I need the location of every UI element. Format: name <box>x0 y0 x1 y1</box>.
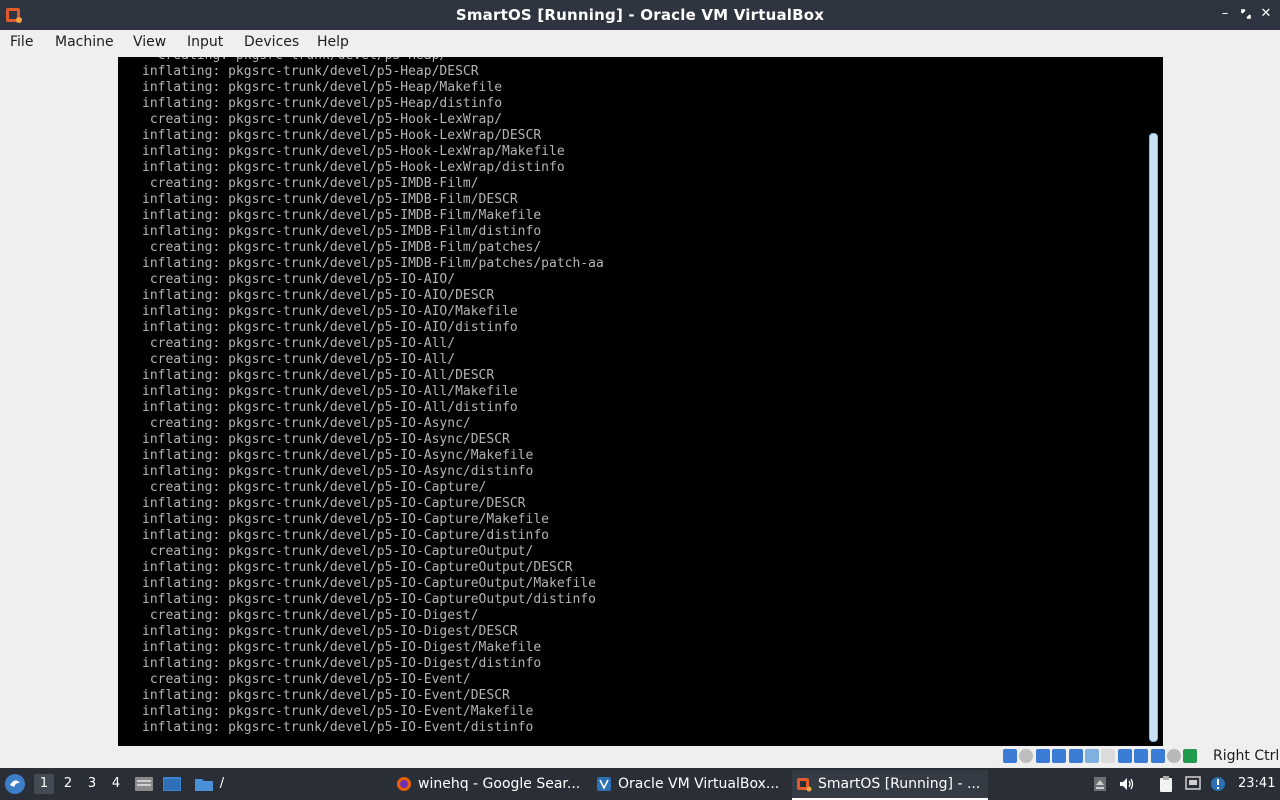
console-line: inflating: pkgsrc-trunk/devel/p5-IO-Capt… <box>142 560 573 575</box>
console-line: creating: pkgsrc-trunk/devel/p5-IO-All/ <box>142 336 456 351</box>
console-line: inflating: pkgsrc-trunk/devel/p5-Hook-Le… <box>142 144 565 159</box>
window-title: SmartOS [Running] - Oracle VM VirtualBox <box>455 6 825 24</box>
host-key-label[interactable]: Right Ctrl <box>1213 748 1279 764</box>
task-label: Oracle VM VirtualBox... <box>618 776 780 792</box>
menu-devices[interactable]: Devices <box>244 34 299 50</box>
console-line: creating: pkgsrc-trunk/devel/p5-Heap/ <box>118 57 1148 64</box>
console-line: inflating: pkgsrc-trunk/devel/p5-IMDB-Fi… <box>142 224 542 239</box>
menu-file[interactable]: File <box>10 34 33 50</box>
console-line: inflating: pkgsrc-trunk/devel/p5-IO-Asyn… <box>142 448 534 463</box>
console-line: inflating: pkgsrc-trunk/devel/p5-Heap/di… <box>142 96 503 111</box>
menu-machine[interactable]: Machine <box>55 34 114 50</box>
firefox-icon <box>397 777 411 791</box>
network-icon[interactable] <box>1184 775 1202 793</box>
menu-help[interactable]: Help <box>317 34 349 50</box>
console-line: creating: pkgsrc-trunk/devel/p5-IO-AIO/ <box>142 272 456 287</box>
console-output: creating: pkgsrc-trunk/devel/p5-Heap/inf… <box>118 57 1148 736</box>
optical-drive-icon[interactable] <box>1019 749 1034 763</box>
shared-folders-icon[interactable] <box>1085 749 1099 763</box>
virtualbox-manager-icon <box>597 777 611 791</box>
vm-display[interactable]: creating: pkgsrc-trunk/devel/p5-Heap/inf… <box>118 57 1163 746</box>
console-line: creating: pkgsrc-trunk/devel/p5-IO-Async… <box>142 416 471 431</box>
task-label: SmartOS [Running] - ... <box>818 776 981 792</box>
hard-disk-icon[interactable] <box>1003 749 1017 763</box>
console-line: inflating: pkgsrc-trunk/devel/p5-IO-Asyn… <box>142 432 510 447</box>
console-scrollbar[interactable] <box>1149 133 1158 742</box>
statusbar: Right Ctrl <box>0 746 1280 768</box>
minimize-icon[interactable]: – <box>1217 6 1233 22</box>
console-line: inflating: pkgsrc-trunk/devel/p5-IO-All/… <box>142 400 518 415</box>
menu-view[interactable]: View <box>133 34 166 50</box>
console-line: inflating: pkgsrc-trunk/devel/p5-IMDB-Fi… <box>142 256 604 271</box>
video-capture-icon[interactable] <box>1117 749 1132 763</box>
console-line: inflating: pkgsrc-trunk/devel/p5-IO-Capt… <box>142 512 549 527</box>
menubar: File Machine View Input Devices Help <box>0 30 1280 57</box>
keyboard-capture-icon[interactable] <box>1183 749 1198 763</box>
taskbar: 1 2 3 4 / winehq - Google Sear... Oracle… <box>0 768 1280 800</box>
console-line: creating: pkgsrc-trunk/devel/p5-IMDB-Fil… <box>142 240 542 255</box>
task-virtualbox-manager[interactable]: Oracle VM VirtualBox... <box>592 770 788 798</box>
workspace-1[interactable]: 1 <box>34 774 54 794</box>
console-line: inflating: pkgsrc-trunk/devel/p5-IMDB-Fi… <box>142 192 518 207</box>
console-line: creating: pkgsrc-trunk/devel/p5-IO-Captu… <box>142 544 534 559</box>
console-line: inflating: pkgsrc-trunk/devel/p5-Hook-Le… <box>142 160 565 175</box>
console-line: inflating: pkgsrc-trunk/devel/p5-Heap/Ma… <box>142 80 503 95</box>
eject-icon[interactable] <box>1091 775 1109 793</box>
restore-icon[interactable] <box>1238 6 1254 22</box>
workspace-2[interactable]: 2 <box>58 774 78 794</box>
console-line: inflating: pkgsrc-trunk/devel/p5-IO-Dige… <box>142 640 542 655</box>
console-line: inflating: pkgsrc-trunk/devel/p5-IO-AIO/… <box>142 304 518 319</box>
file-manager-icon[interactable] <box>134 775 154 793</box>
console-line: inflating: pkgsrc-trunk/devel/p5-IO-Capt… <box>142 576 596 591</box>
console-line: inflating: pkgsrc-trunk/devel/p5-IO-Even… <box>142 704 534 719</box>
console-line: creating: pkgsrc-trunk/devel/p5-IMDB-Fil… <box>142 176 479 191</box>
task-smartos[interactable]: SmartOS [Running] - ... <box>792 770 988 800</box>
volume-icon[interactable] <box>1118 775 1136 793</box>
folder-icon[interactable] <box>194 775 214 793</box>
display-icon[interactable] <box>1101 749 1116 763</box>
network-icon[interactable] <box>1052 749 1067 763</box>
console-line: inflating: pkgsrc-trunk/devel/p5-IO-Even… <box>142 720 534 735</box>
console-line: creating: pkgsrc-trunk/devel/p5-IO-All/ <box>142 352 456 367</box>
console-line: creating: pkgsrc-trunk/devel/p5-IO-Event… <box>142 672 471 687</box>
virtualbox-icon <box>797 778 812 792</box>
mouse-integration-icon[interactable] <box>1167 749 1181 763</box>
clipboard-icon[interactable] <box>1157 775 1175 793</box>
console-line: creating: pkgsrc-trunk/devel/p5-IO-Captu… <box>142 480 487 495</box>
audio-icon[interactable] <box>1035 749 1050 763</box>
console-line: creating: pkgsrc-trunk/devel/p5-Hook-Lex… <box>142 112 503 127</box>
close-icon[interactable]: ✕ <box>1258 6 1274 22</box>
console-line: inflating: pkgsrc-trunk/devel/p5-IO-Asyn… <box>142 464 534 479</box>
workspace-3[interactable]: 3 <box>82 774 102 794</box>
terminal-icon[interactable] <box>162 775 182 793</box>
task-firefox[interactable]: winehq - Google Sear... <box>392 770 588 798</box>
recording-icon[interactable] <box>1134 749 1149 763</box>
console-line: inflating: pkgsrc-trunk/devel/p5-IMDB-Fi… <box>142 208 542 223</box>
console-line: creating: pkgsrc-trunk/devel/p5-IO-Diges… <box>142 608 479 623</box>
task-label: winehq - Google Sear... <box>418 776 581 792</box>
usb-icon[interactable] <box>1068 749 1083 763</box>
clock: 23:41 <box>1238 776 1276 791</box>
console-line: inflating: pkgsrc-trunk/devel/p5-IO-Capt… <box>142 496 526 511</box>
window-titlebar[interactable]: SmartOS [Running] - Oracle VM VirtualBox… <box>0 0 1280 30</box>
console-line: inflating: pkgsrc-trunk/devel/p5-IO-Dige… <box>142 656 542 671</box>
console-line: inflating: pkgsrc-trunk/devel/p5-IO-Even… <box>142 688 510 703</box>
update-icon[interactable] <box>1209 775 1227 793</box>
folder-path-label[interactable]: / <box>212 774 232 794</box>
workspace-4[interactable]: 4 <box>106 774 126 794</box>
console-line: inflating: pkgsrc-trunk/devel/p5-IO-AIO/… <box>142 320 518 335</box>
start-menu-icon[interactable] <box>4 773 26 795</box>
menu-input[interactable]: Input <box>187 34 223 50</box>
console-line: inflating: pkgsrc-trunk/devel/p5-IO-Capt… <box>142 528 549 543</box>
console-line: inflating: pkgsrc-trunk/devel/p5-IO-AIO/… <box>142 288 495 303</box>
console-line: inflating: pkgsrc-trunk/devel/p5-Hook-Le… <box>142 128 542 143</box>
console-line: inflating: pkgsrc-trunk/devel/p5-Heap/DE… <box>142 64 479 79</box>
console-line: inflating: pkgsrc-trunk/devel/p5-IO-All/… <box>142 368 495 383</box>
console-line: inflating: pkgsrc-trunk/devel/p5-IO-All/… <box>142 384 518 399</box>
cpu-icon[interactable] <box>1150 749 1165 763</box>
console-line: inflating: pkgsrc-trunk/devel/p5-IO-Dige… <box>142 624 518 639</box>
console-line: inflating: pkgsrc-trunk/devel/p5-IO-Capt… <box>142 592 596 607</box>
